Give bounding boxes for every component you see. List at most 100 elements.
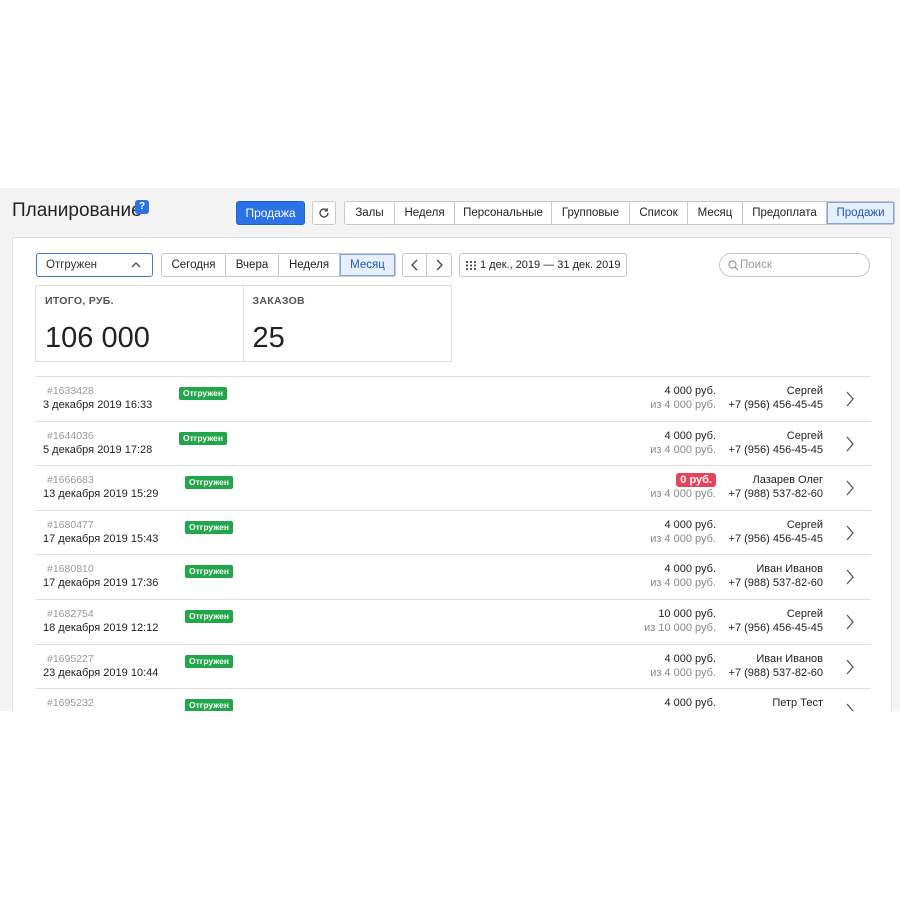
status-select-value: Отгружен xyxy=(46,259,97,271)
order-amount: 4 000 руб. xyxy=(664,385,716,397)
order-id: #1644036 xyxy=(47,429,94,442)
order-id: #1633428 xyxy=(47,385,94,397)
order-date: 3 декабря 2019 16:33 xyxy=(43,399,153,411)
prev-period-button[interactable] xyxy=(403,254,427,276)
tab-view-7[interactable]: Продажи xyxy=(827,202,894,224)
search-icon xyxy=(728,260,739,271)
chevron-right-icon[interactable] xyxy=(845,480,855,496)
client-name: Сергей xyxy=(786,385,823,397)
order-row[interactable]: #1666683 13 декабря 2019 15:29 Отгружен 0 р… xyxy=(35,465,871,510)
order-row[interactable]: #1633428 3 декабря 2019 16:33 Отгружен 4 00… xyxy=(35,376,871,421)
tab-view-0[interactable]: Залы xyxy=(345,202,395,224)
tab-view-4[interactable]: Список xyxy=(630,202,688,224)
order-amount-total: из 4 000 руб. xyxy=(650,488,716,501)
order-date: 17 декабря 2019 15:43 xyxy=(43,532,159,545)
order-id: #1695232 xyxy=(47,697,94,710)
order-row[interactable]: #1680810 17 декабря 2019 17:36 Отгружен 4 0… xyxy=(35,554,871,599)
order-amount: 4 000 руб. xyxy=(664,518,716,531)
chevron-right-icon[interactable] xyxy=(845,525,855,541)
chevron-right-icon xyxy=(436,259,443,271)
tab-view-1[interactable]: Неделя xyxy=(395,202,455,224)
tab-range-1[interactable]: Вчера xyxy=(226,254,279,276)
order-amount-total: из 10 000 руб. xyxy=(644,621,716,634)
tab-range-2[interactable]: Неделя xyxy=(279,254,340,276)
order-date: 17 декабря 2019 17:36 xyxy=(43,577,159,590)
order-id: #1695227 xyxy=(47,652,94,665)
view-tabs: Залы Неделя Персональные Групповые Список Мес… xyxy=(344,201,895,225)
order-date: 18 декабря 2019 12:12 xyxy=(43,621,159,634)
total-value: 106 000 xyxy=(45,322,150,354)
orders-value: 25 xyxy=(252,322,285,354)
status-badge: Отгружен xyxy=(185,476,234,490)
status-select[interactable]: Отгружен xyxy=(36,253,153,277)
calendar-icon xyxy=(466,261,476,270)
chevron-right-icon[interactable] xyxy=(845,436,855,452)
client-name: Лазарев Олег xyxy=(752,474,824,487)
chevron-up-icon xyxy=(131,262,141,268)
page-title: Планирование xyxy=(12,200,142,221)
chevron-right-icon[interactable] xyxy=(845,569,855,585)
tab-view-6[interactable]: Предоплата xyxy=(743,202,827,224)
client-phone: +7 (988) 537-82-60 xyxy=(728,577,823,590)
order-date: 23 декабря 2019 10:44 xyxy=(43,666,159,679)
client-name: Сергей xyxy=(786,429,823,442)
client-name: Иван Иванов xyxy=(756,563,823,576)
order-amount-total: из 4 000 руб. xyxy=(650,666,716,679)
order-id: #1680810 xyxy=(47,563,94,576)
client-name: Сергей xyxy=(786,518,823,531)
tab-view-3[interactable]: Групповые xyxy=(552,202,630,224)
status-badge: Отгружен xyxy=(185,699,234,711)
order-amount-total: из 4 000 руб. xyxy=(650,399,716,411)
client-name: Иван Иванов xyxy=(756,652,823,665)
client-phone: +7 (988) 537-82-60 xyxy=(728,666,823,679)
status-badge: Отгружен xyxy=(179,387,228,400)
order-row[interactable]: #1680477 17 декабря 2019 15:43 Отгружен 4 0… xyxy=(35,509,871,555)
order-amount-total: из 4 000 руб. xyxy=(650,443,716,456)
chevron-right-icon[interactable] xyxy=(845,659,855,675)
order-id: #1682754 xyxy=(47,607,94,620)
tab-view-5[interactable]: Месяц xyxy=(688,202,743,224)
chevron-left-icon xyxy=(411,259,418,271)
order-amount-total: из 4 000 руб. xyxy=(650,532,716,545)
total-label: ИТОГО, РУБ. xyxy=(45,295,114,307)
chevron-right-icon[interactable] xyxy=(845,614,855,630)
chevron-right-icon[interactable] xyxy=(845,391,855,407)
period-nav xyxy=(402,253,452,277)
range-tabs: Сегодня Вчера Неделя Месяц xyxy=(161,253,396,277)
total-stat: ИТОГО, РУБ. 106 000 xyxy=(36,286,244,361)
app-window: Планирование ? Продажа Залы Неделя Персона… xyxy=(0,188,900,711)
client-phone: +7 (956) 456-45-45 xyxy=(728,399,823,411)
order-amount: 4 000 руб. xyxy=(664,563,716,576)
order-row[interactable]: #1644036 5 декабря 2019 17:28 Отгружен 4 00… xyxy=(35,420,871,466)
next-period-button[interactable] xyxy=(427,254,451,276)
tab-range-3[interactable]: Месяц xyxy=(340,254,395,276)
status-badge: Отгружен xyxy=(185,565,234,579)
orders-list: #1633428 3 декабря 2019 16:33 Отгружен 4 00… xyxy=(35,376,871,711)
order-amount: 0 руб. xyxy=(676,473,716,488)
order-id: #1680477 xyxy=(47,518,94,531)
chevron-right-icon[interactable] xyxy=(845,703,855,711)
order-amount: 4 000 руб. xyxy=(664,652,716,665)
search-input[interactable] xyxy=(740,257,860,273)
refresh-button[interactable] xyxy=(312,201,336,225)
new-sale-button[interactable]: Продажа xyxy=(236,201,305,225)
refresh-icon xyxy=(319,208,329,218)
order-amount-total: из 4 000 руб. xyxy=(650,577,716,590)
tab-view-2[interactable]: Персональные xyxy=(455,202,552,224)
order-row[interactable]: #1682754 18 декабря 2019 12:12 Отгружен 10 … xyxy=(35,598,871,644)
orders-stat: ЗАКАЗОВ 25 xyxy=(244,286,452,361)
order-row[interactable]: #1695227 23 декабря 2019 10:44 Отгружен 4 0… xyxy=(35,643,871,689)
client-name: Петр Тест xyxy=(772,697,823,710)
date-range-text: 1 дек., 2019 — 31 дек. 2019 xyxy=(480,259,621,271)
order-amount: 4 000 руб. xyxy=(664,429,716,442)
order-amount: 4 000 руб. xyxy=(664,697,716,710)
summary-stats: ИТОГО, РУБ. 106 000 ЗАКАЗОВ 25 xyxy=(35,285,452,362)
order-row[interactable]: #1695232 Отгружен 4 000 руб. Петр Тест xyxy=(35,688,871,711)
order-id: #1666683 xyxy=(47,474,94,487)
date-range-picker[interactable]: 1 дек., 2019 — 31 дек. 2019 xyxy=(459,253,627,277)
help-icon[interactable]: ? xyxy=(135,200,149,214)
tab-range-0[interactable]: Сегодня xyxy=(162,254,226,276)
search-box xyxy=(719,253,870,277)
client-phone: +7 (956) 456-45-45 xyxy=(728,443,823,456)
order-amount: 10 000 руб. xyxy=(658,607,716,620)
